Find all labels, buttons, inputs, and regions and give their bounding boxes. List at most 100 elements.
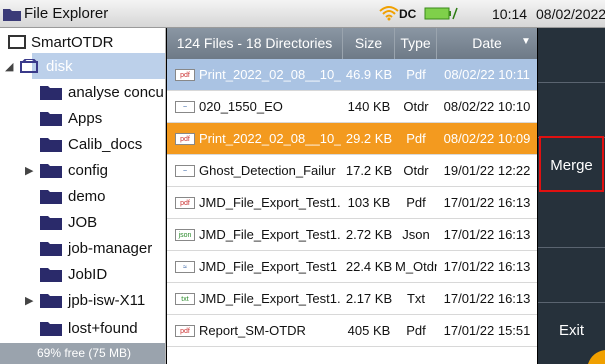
file-size: 29.2 KB bbox=[345, 131, 393, 146]
file-type: Pdf bbox=[406, 67, 426, 82]
side-button-empty-4[interactable] bbox=[538, 248, 605, 303]
file-type: Txt bbox=[406, 291, 426, 306]
file-date: 19/01/22 12:22 bbox=[443, 163, 531, 178]
power-dc-indicator: DC bbox=[399, 7, 417, 21]
file-type: Pdf bbox=[406, 195, 426, 210]
side-button-empty-3[interactable] bbox=[538, 193, 605, 248]
tree-folder-item[interactable]: Calib_docs bbox=[40, 131, 142, 157]
tree-folder-item[interactable]: lost+found bbox=[40, 315, 138, 341]
side-button-empty-2[interactable] bbox=[538, 83, 605, 138]
motdr-file-icon: ≈ bbox=[175, 261, 195, 273]
file-type: Otdr bbox=[403, 99, 429, 114]
file-row[interactable]: ≈ JMD_File_Export_Test1 22.4 KB M_Otdr 1… bbox=[167, 251, 537, 283]
column-header-type[interactable]: Type bbox=[395, 28, 437, 59]
json-file-icon: json bbox=[175, 229, 195, 241]
file-name: JMD_File_Export_Test1. bbox=[199, 195, 341, 210]
txt-file-icon: txt bbox=[175, 293, 195, 305]
file-date: 08/02/22 10:11 bbox=[444, 67, 530, 82]
file-type: Otdr bbox=[403, 163, 429, 178]
folder-icon bbox=[40, 322, 62, 336]
file-size: 405 KB bbox=[347, 323, 391, 338]
file-row[interactable]: ~ 020_1550_EO 140 KB Otdr 08/02/22 10:10 bbox=[167, 91, 537, 123]
collapsed-arrow-icon[interactable]: ▶ bbox=[25, 164, 37, 177]
tree-folder-item[interactable]: Apps bbox=[40, 105, 102, 131]
file-row[interactable]: txt JMD_File_Export_Test1. 2.17 KB Txt 1… bbox=[167, 283, 537, 315]
tree-folder-label: analyse concu bbox=[68, 83, 164, 101]
tree-folder-item[interactable]: JobID bbox=[40, 261, 107, 287]
tree-folder-label: jpb-isw-X11 bbox=[68, 291, 146, 309]
wifi-icon bbox=[379, 6, 399, 21]
tree-folder-item[interactable]: ▶ jpb-isw-X11 bbox=[25, 287, 145, 313]
side-button-empty-1[interactable] bbox=[538, 28, 605, 83]
battery-icon bbox=[424, 7, 458, 20]
folder-icon bbox=[40, 216, 62, 230]
column-header-size[interactable]: Size bbox=[343, 28, 395, 59]
folder-icon bbox=[40, 268, 62, 282]
file-type: Pdf bbox=[406, 323, 426, 338]
tree-root-label: SmartOTDR bbox=[31, 33, 114, 51]
tree-folder-item[interactable]: analyse concu bbox=[40, 79, 164, 105]
pdf-file-icon: pdf bbox=[175, 69, 195, 81]
folder-icon bbox=[40, 164, 62, 178]
file-row[interactable]: pdf Print_2022_02_08__10_ 46.9 KB Pdf 08… bbox=[167, 59, 537, 91]
tree-folder-item[interactable]: job-manager bbox=[40, 235, 152, 261]
file-row[interactable]: json JMD_File_Export_Test1. 2.72 KB Json… bbox=[167, 219, 537, 251]
file-row[interactable]: pdf Report_SM-OTDR 405 KB Pdf 17/01/22 1… bbox=[167, 315, 537, 347]
pdf-file-icon: pdf bbox=[175, 197, 195, 209]
tree-folder-item[interactable]: demo bbox=[40, 183, 106, 209]
tree-folder-label: JOB bbox=[68, 213, 98, 231]
file-date: 17/01/22 16:13 bbox=[443, 227, 531, 242]
column-header-name[interactable]: 124 Files - 18 Directories bbox=[167, 28, 343, 59]
file-size: 46.9 KB bbox=[345, 67, 393, 82]
column-header-date-label: Date bbox=[472, 35, 502, 51]
file-date: 17/01/22 16:13 bbox=[443, 259, 531, 274]
file-name: JMD_File_Export_Test1 bbox=[199, 259, 337, 274]
file-name: 020_1550_EO bbox=[199, 99, 283, 114]
clock-date: 08/02/2022 bbox=[536, 6, 605, 22]
column-header-date[interactable]: Date ▼ bbox=[437, 28, 537, 59]
window-title: File Explorer bbox=[24, 5, 109, 22]
free-space-status: 69% free (75 MB) bbox=[0, 343, 165, 364]
file-row[interactable]: pdf JMD_File_Export_Test1. 103 KB Pdf 17… bbox=[167, 187, 537, 219]
folder-icon bbox=[40, 294, 62, 308]
file-list-header: 124 Files - 18 Directories Size Type Dat… bbox=[167, 28, 537, 59]
file-date: 17/01/22 15:51 bbox=[443, 323, 531, 338]
file-size: 2.72 KB bbox=[345, 227, 393, 242]
tree-disk-label: disk bbox=[46, 57, 73, 75]
folder-icon bbox=[40, 138, 62, 152]
tree-item-disk[interactable]: ◢ disk bbox=[5, 53, 73, 79]
tree-folder-label: demo bbox=[68, 187, 106, 205]
file-size: 2.17 KB bbox=[345, 291, 393, 306]
tree-folder-item[interactable]: ▶ config bbox=[25, 157, 108, 183]
folder-icon bbox=[40, 112, 62, 126]
file-date: 08/02/22 10:09 bbox=[443, 131, 531, 146]
tree-folder-label: config bbox=[68, 161, 109, 179]
file-size: 22.4 KB bbox=[345, 259, 393, 274]
merge-button[interactable]: Merge bbox=[539, 136, 604, 192]
tree-folder-item[interactable]: JOB bbox=[40, 209, 97, 235]
pdf-file-icon: pdf bbox=[175, 325, 195, 337]
file-row[interactable]: pdf Print_2022_02_08__10_ 29.2 KB Pdf 08… bbox=[167, 123, 537, 155]
file-type: Json bbox=[402, 227, 430, 242]
folder-icon bbox=[40, 190, 62, 204]
file-type: Pdf bbox=[406, 131, 426, 146]
pdf-file-icon: pdf bbox=[175, 133, 195, 145]
directory-tree: SmartOTDR ◢ disk analyse concu Apps Cali… bbox=[0, 28, 166, 364]
file-date: 17/01/22 16:13 bbox=[443, 195, 531, 210]
file-name: Report_SM-OTDR bbox=[199, 323, 306, 338]
file-name: Print_2022_02_08__10_ bbox=[199, 67, 341, 82]
device-icon bbox=[8, 35, 26, 49]
expanded-arrow-icon: ◢ bbox=[5, 60, 14, 73]
file-size: 103 KB bbox=[347, 195, 391, 210]
otdr-file-icon: ~ bbox=[175, 101, 195, 113]
file-name: JMD_File_Export_Test1. bbox=[199, 227, 341, 242]
file-size: 17.2 KB bbox=[345, 163, 393, 178]
title-bar: File Explorer DC 10:14 08/02/2022 bbox=[0, 0, 605, 28]
folder-icon bbox=[3, 9, 21, 21]
collapsed-arrow-icon[interactable]: ▶ bbox=[25, 294, 37, 307]
otdr-file-icon: ~ bbox=[175, 165, 195, 177]
folder-icon bbox=[40, 242, 62, 256]
file-name: JMD_File_Export_Test1. bbox=[199, 291, 341, 306]
tree-root-smartotdr[interactable]: SmartOTDR bbox=[8, 29, 114, 55]
file-row[interactable]: ~ Ghost_Detection_Failur 17.2 KB Otdr 19… bbox=[167, 155, 537, 187]
